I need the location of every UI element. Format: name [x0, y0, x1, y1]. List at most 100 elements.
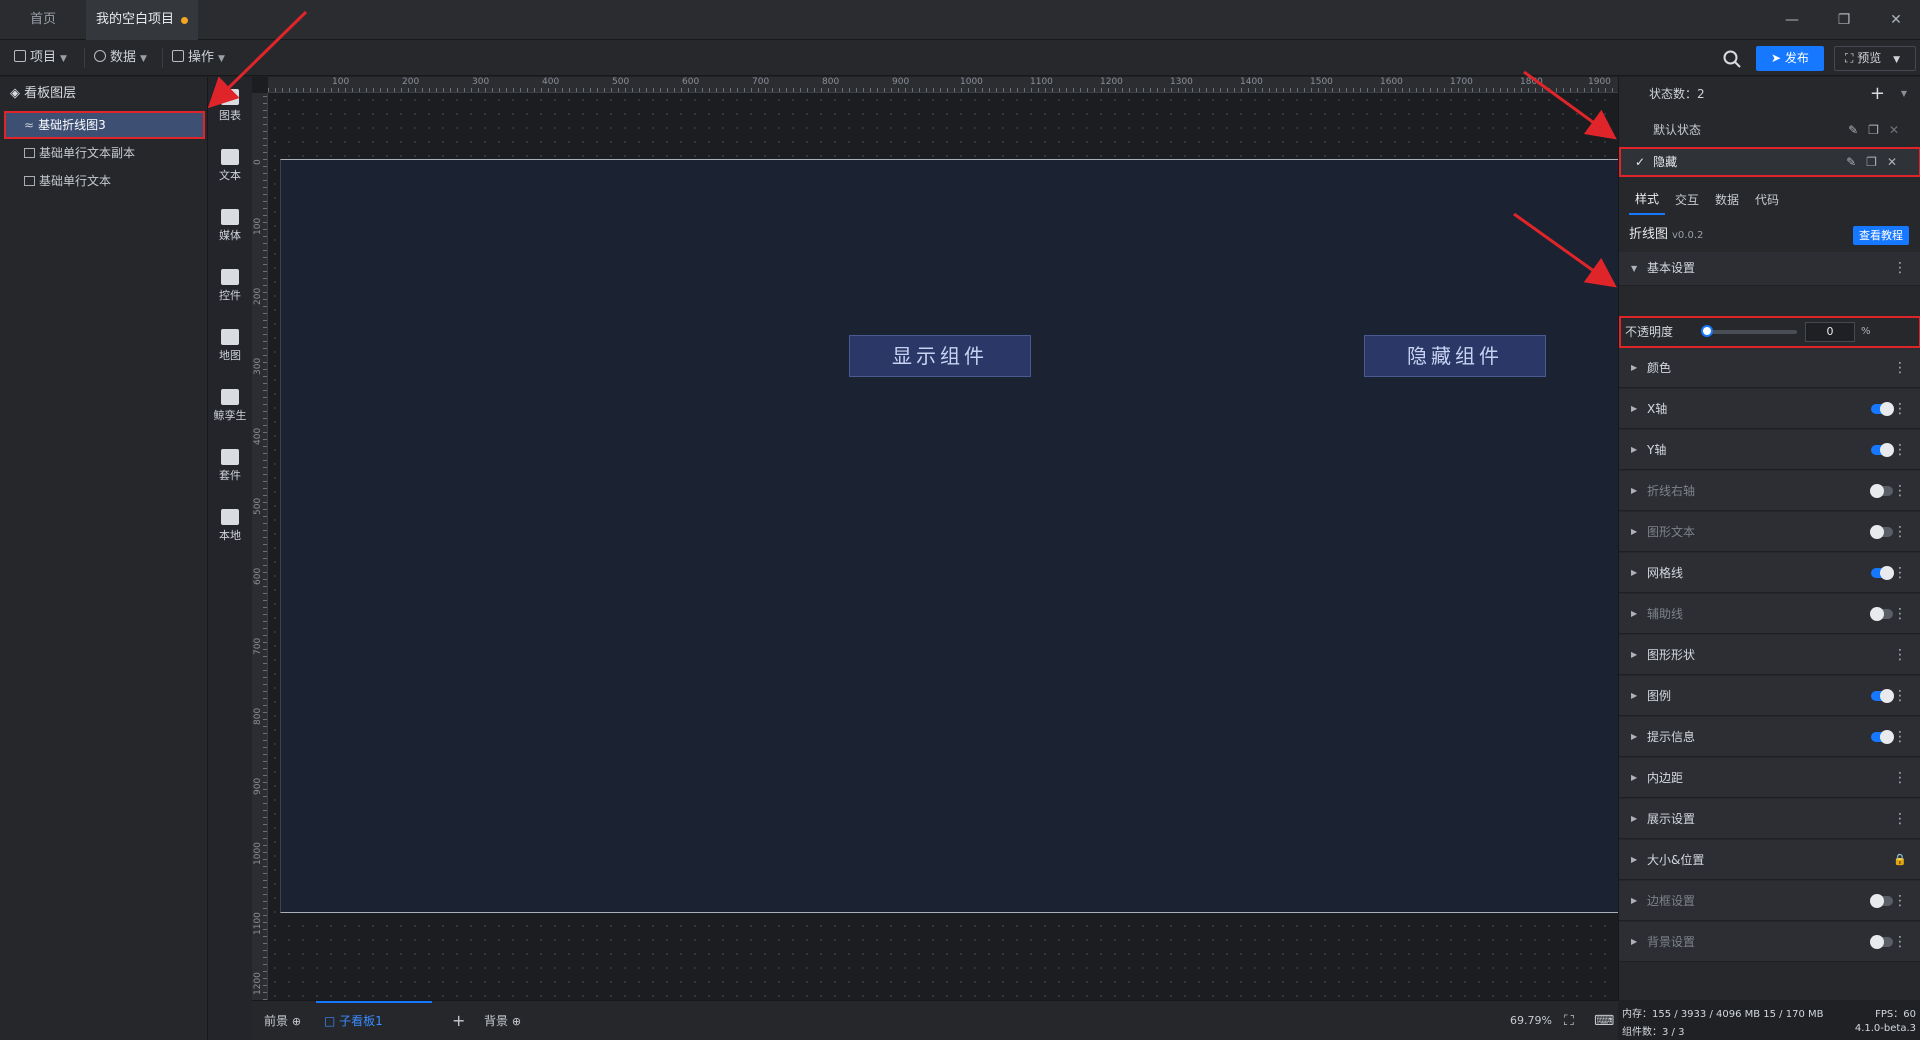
setting-group[interactable]: ▶ 大小&位置 🔒 [1619, 840, 1920, 880]
search-icon[interactable] [1722, 49, 1742, 69]
tab-background[interactable]: 背景 ⊕ [484, 1001, 521, 1040]
setting-group[interactable]: ▶ 颜色 ⋮ [1619, 348, 1920, 388]
component-map[interactable]: 地图 [208, 329, 252, 363]
tab-project[interactable]: 我的空白项目 [86, 0, 198, 40]
opacity-slider-handle[interactable] [1701, 325, 1713, 337]
tab-code[interactable]: 代码 [1755, 185, 1779, 215]
fit-screen-icon[interactable]: ⛶ [1564, 1001, 1574, 1040]
toggle-switch[interactable] [1870, 607, 1893, 621]
lock-icon[interactable]: 🔒 [1893, 840, 1907, 880]
chevron-down-icon[interactable]: ▼ [1901, 77, 1907, 111]
toggle-switch[interactable] [1871, 402, 1894, 416]
tab-style[interactable]: 样式 [1629, 185, 1665, 215]
setting-group[interactable]: ▶ Y轴 ⋮ [1619, 430, 1920, 470]
toggle-switch[interactable] [1870, 525, 1893, 539]
more-icon[interactable]: ⋮ [1893, 430, 1907, 470]
preview-button[interactable]: ⛶ 预览 ▼ [1834, 46, 1916, 71]
more-icon[interactable]: ⋮ [1893, 922, 1907, 962]
setting-group[interactable]: ▶ 内边距 ⋮ [1619, 758, 1920, 798]
component-local[interactable]: 本地 [208, 509, 252, 543]
component-twin[interactable]: 鲸孪生 [208, 389, 252, 423]
setting-group[interactable]: ▶ 折线右轴 ⋮ [1619, 471, 1920, 511]
delete-icon[interactable]: ✕ [1889, 123, 1909, 137]
add-board-icon[interactable]: + [452, 1001, 465, 1040]
more-icon[interactable]: ⋮ [1893, 594, 1907, 634]
toggle-switch[interactable] [1870, 484, 1893, 498]
group-basic-settings[interactable]: ▼ 基本设置 ⋮ [1619, 252, 1920, 286]
operate-menu-button[interactable]: 操作 ▼ [166, 46, 231, 70]
layer-item-text[interactable]: 基础单行文本 [0, 167, 207, 195]
more-icon[interactable]: ⋮ [1893, 758, 1907, 798]
ruler-label: 900 [253, 777, 263, 795]
toggle-switch[interactable] [1871, 443, 1894, 457]
more-icon[interactable]: ⋮ [1893, 676, 1907, 716]
zoom-level[interactable]: 69.79% [1510, 1001, 1552, 1040]
hide-component-button[interactable]: 隐藏组件 [1364, 335, 1546, 377]
layer-item-text-copy[interactable]: 基础单行文本副本 [0, 139, 207, 167]
more-icon[interactable]: ⋮ [1893, 512, 1907, 552]
tab-home[interactable]: 首页 [10, 0, 76, 40]
edit-icon[interactable]: ✎ [1848, 123, 1868, 137]
restore-icon[interactable]: ❐ [1830, 8, 1858, 32]
state-hidden[interactable]: ✓ 隐藏 ✎❐✕ [1619, 147, 1920, 177]
more-icon[interactable]: ⋮ [1893, 799, 1907, 839]
component-media[interactable]: 媒体 [208, 209, 252, 243]
setting-group[interactable]: ▶ 边框设置 ⋮ [1619, 881, 1920, 921]
setting-group[interactable]: ▶ X轴 ⋮ [1619, 389, 1920, 429]
component-text[interactable]: 文本 [208, 149, 252, 183]
state-default[interactable]: 默认状态 ✎❐✕ [1619, 115, 1920, 145]
more-icon[interactable]: ⋮ [1893, 348, 1907, 388]
copy-icon[interactable]: ❐ [1868, 123, 1889, 137]
status-bar: 内存：155 / 3933 / 4096 MB 15 / 170 MB FPS：… [1618, 1000, 1920, 1040]
data-menu-button[interactable]: 数据 ▼ [88, 46, 153, 70]
toggle-switch[interactable] [1871, 689, 1894, 703]
component-chart[interactable]: 图表 [208, 89, 252, 123]
setting-group[interactable]: ▶ 图形文本 ⋮ [1619, 512, 1920, 552]
toggle-switch[interactable] [1871, 730, 1894, 744]
opacity-input[interactable]: 0 [1805, 322, 1855, 342]
tab-data[interactable]: 数据 [1715, 185, 1739, 215]
more-icon[interactable]: ⋮ [1893, 635, 1907, 675]
minimize-icon[interactable]: — [1778, 8, 1806, 32]
setting-group[interactable]: ▶ 展示设置 ⋮ [1619, 799, 1920, 839]
setting-group[interactable]: ▶ 辅助线 ⋮ [1619, 594, 1920, 634]
add-circle-icon[interactable]: ⊕ [292, 1015, 301, 1028]
component-kit[interactable]: 套件 [208, 449, 252, 483]
setting-group[interactable]: ▶ 背景设置 ⋮ [1619, 922, 1920, 962]
more-icon[interactable]: ⋮ [1893, 553, 1907, 593]
more-icon[interactable]: ⋮ [1893, 881, 1907, 921]
toggle-switch[interactable] [1870, 894, 1893, 908]
show-component-button[interactable]: 显示组件 [849, 335, 1031, 377]
toggle-switch[interactable] [1870, 935, 1893, 949]
add-circle-icon[interactable]: ⊕ [512, 1015, 521, 1028]
opacity-slider-track[interactable] [1705, 330, 1797, 334]
state-count-label: 状态数：2 [1649, 87, 1705, 101]
setting-group[interactable]: ▶ 网格线 ⋮ [1619, 553, 1920, 593]
component-control[interactable]: 控件 [208, 269, 252, 303]
toggle-switch[interactable] [1871, 566, 1894, 580]
tab-interaction[interactable]: 交互 [1675, 185, 1699, 215]
more-icon[interactable]: ⋮ [1893, 471, 1907, 511]
more-icon[interactable]: ⋮ [1893, 252, 1907, 285]
project-menu-button[interactable]: 项目 ▼ [8, 46, 73, 70]
close-window-icon[interactable]: ✕ [1882, 8, 1910, 32]
setting-group[interactable]: ▶ 图形形状 ⋮ [1619, 635, 1920, 675]
dashboard-board[interactable]: 显示组件 隐藏组件 [280, 159, 1618, 913]
tutorial-button[interactable]: 查看教程 [1853, 226, 1909, 245]
layer-item-line-chart[interactable]: ≈ 基础折线图3 [4, 111, 205, 139]
edit-icon[interactable]: ✎ [1846, 155, 1866, 169]
chevron-down-icon: ▼ [140, 54, 147, 64]
tab-sub-board[interactable]: □ 子看板1 [316, 1001, 432, 1040]
more-icon[interactable]: ⋮ [1893, 717, 1907, 757]
tab-foreground[interactable]: 前景 ⊕ [264, 1001, 301, 1040]
copy-icon[interactable]: ❐ [1866, 155, 1887, 169]
canvas-area[interactable]: 100 200 300 400 500 600 700 800 900 1000… [252, 77, 1618, 1000]
more-icon[interactable]: ⋮ [1893, 389, 1907, 429]
caret-right-icon: ▶ [1631, 404, 1638, 413]
add-state-icon[interactable]: + [1870, 77, 1885, 111]
setting-group[interactable]: ▶ 图例 ⋮ [1619, 676, 1920, 716]
setting-group[interactable]: ▶ 提示信息 ⋮ [1619, 717, 1920, 757]
keyboard-icon[interactable]: ⌨ [1594, 1001, 1614, 1040]
publish-button[interactable]: ➤ 发布 [1756, 46, 1824, 71]
delete-icon[interactable]: ✕ [1887, 155, 1907, 169]
